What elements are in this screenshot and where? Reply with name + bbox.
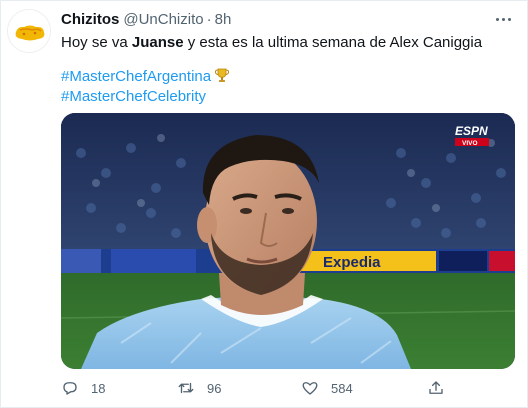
tweet-actions: 18 96 584 [61,379,515,401]
trophy-icon [214,67,230,89]
hashtag-text[interactable]: #MasterChefCelebrity [61,88,206,105]
avatar[interactable] [7,9,51,53]
tweet-text: Hoy se va Juanse y esta es la ultima sem… [61,33,482,53]
tweet-header: Chizitos @UnChizito · 8h [61,11,231,31]
retweet-icon [177,379,195,397]
hashtag-link[interactable]: #MasterChefArgentina [61,67,230,89]
like-count: 584 [331,380,353,396]
hashtag-link[interactable]: #MasterChefCelebrity [61,87,206,107]
board-ad-text: Expedia [323,254,381,271]
tweet-text-bold: Juanse [131,34,184,51]
share-button[interactable] [427,379,445,397]
author-handle[interactable]: @UnChizito [123,11,203,28]
separator-dot: · [206,11,212,28]
tweet-media-image[interactable]: Expedia ESPN VIVO [61,113,515,369]
reply-count: 18 [91,380,106,396]
more-dots-icon[interactable] [493,11,513,27]
espn-logo: ESPN VIVO [455,124,489,147]
author-name[interactable]: Chizitos [61,11,119,28]
espn-logo-text: ESPN [455,124,488,138]
reply-button[interactable]: 18 [61,379,105,397]
heart-icon [301,379,319,397]
like-button[interactable]: 584 [301,379,353,397]
tweet-text-part: y esta es la ultima semana de Alex Canig… [183,34,483,51]
tweet-text-part: Hoy se va [61,34,132,51]
share-icon [427,379,445,397]
retweet-button[interactable]: 96 [177,379,221,397]
retweet-count: 96 [207,380,222,396]
tweet-card[interactable]: Chizitos @UnChizito · 8h Hoy se va Juans… [0,0,528,408]
reply-icon [61,379,79,397]
espn-live-badge: VIVO [462,140,478,147]
tweet-time[interactable]: 8h [215,11,232,28]
hashtag-text[interactable]: #MasterChefArgentina [61,68,211,85]
